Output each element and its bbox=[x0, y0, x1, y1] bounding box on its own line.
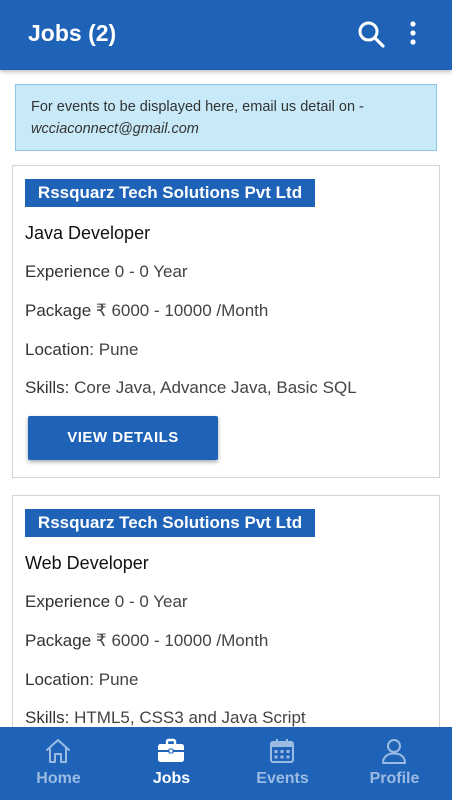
package-label: Package bbox=[25, 301, 92, 320]
package-label: Package bbox=[25, 631, 92, 650]
person-icon bbox=[382, 739, 406, 764]
notice-email: wcciaconnect@gmail.com bbox=[31, 121, 199, 137]
skills-row: Skills: Core Java, Advance Java, Basic S… bbox=[25, 378, 357, 398]
nav-item-profile[interactable]: Profile bbox=[338, 727, 451, 800]
company-badge: Rssquarz Tech Solutions Pvt Ltd bbox=[25, 179, 315, 207]
package-value: ₹ 6000 - 10000 /Month bbox=[95, 301, 269, 320]
job-title: Web Developer bbox=[25, 553, 149, 573]
app-bar: Jobs (2) bbox=[0, 0, 452, 70]
notice-text: For events to be displayed here, email u… bbox=[31, 99, 364, 115]
view-details-button[interactable]: VIEW DETAILS bbox=[28, 416, 218, 460]
job-title: Java Developer bbox=[25, 223, 151, 243]
job-card: Rssquarz Tech Solutions Pvt Ltd Java Dev… bbox=[12, 165, 440, 478]
experience-row: Experience 0 - 0 Year bbox=[25, 592, 188, 612]
experience-value: 0 - 0 Year bbox=[114, 592, 188, 611]
search-icon[interactable] bbox=[357, 20, 385, 48]
experience-label: Experience bbox=[25, 592, 111, 611]
bottom-navigation: Home Jobs Events Profile bbox=[0, 727, 452, 800]
skills-value: HTML5, CSS3 and Java Script bbox=[74, 708, 306, 727]
package-row: Package ₹ 6000 - 10000 /Month bbox=[25, 301, 268, 321]
package-row: Package ₹ 6000 - 10000 /Month bbox=[25, 631, 268, 651]
nav-label-home: Home bbox=[36, 770, 81, 787]
experience-label: Experience bbox=[25, 262, 111, 281]
location-label: Location: bbox=[25, 670, 94, 689]
company-badge: Rssquarz Tech Solutions Pvt Ltd bbox=[25, 509, 315, 537]
skills-value: Core Java, Advance Java, Basic SQL bbox=[74, 378, 357, 397]
location-row: Location: Pune bbox=[25, 340, 138, 360]
location-value: Pune bbox=[98, 670, 139, 689]
location-row: Location: Pune bbox=[25, 670, 138, 690]
skills-label: Skills: bbox=[25, 378, 70, 397]
location-label: Location: bbox=[25, 340, 94, 359]
nav-label-profile: Profile bbox=[369, 770, 420, 787]
events-notice: For events to be displayed here, email u… bbox=[15, 84, 437, 151]
job-card: Rssquarz Tech Solutions Pvt Ltd Web Deve… bbox=[12, 495, 440, 755]
nav-item-jobs[interactable]: Jobs bbox=[115, 727, 228, 800]
experience-value: 0 - 0 Year bbox=[114, 262, 188, 281]
calendar-icon bbox=[270, 739, 294, 763]
more-options-icon[interactable] bbox=[404, 19, 422, 49]
page-title: Jobs (2) bbox=[28, 20, 117, 46]
home-icon bbox=[46, 739, 70, 763]
nav-item-events[interactable]: Events bbox=[226, 727, 339, 800]
nav-label-jobs: Jobs bbox=[152, 770, 191, 787]
experience-row: Experience 0 - 0 Year bbox=[25, 262, 188, 282]
package-value: ₹ 6000 - 10000 /Month bbox=[95, 631, 269, 650]
location-value: Pune bbox=[98, 340, 139, 359]
skills-row: Skills: HTML5, CSS3 and Java Script bbox=[25, 708, 306, 728]
nav-item-home[interactable]: Home bbox=[2, 727, 115, 800]
nav-label-events: Events bbox=[256, 770, 309, 787]
skills-label: Skills: bbox=[25, 708, 70, 727]
briefcase-icon bbox=[158, 738, 184, 762]
